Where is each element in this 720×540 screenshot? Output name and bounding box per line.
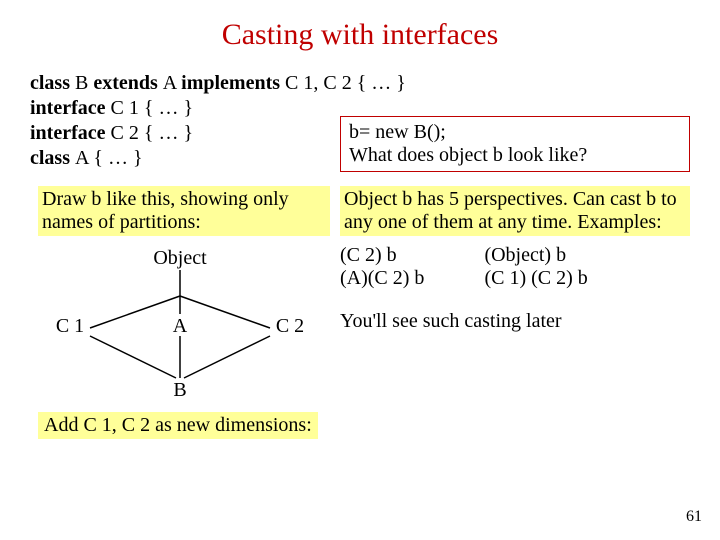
declaration-line-3: interface C 2 { … }: [30, 122, 340, 145]
declaration-line-2: interface C 1 { … }: [30, 97, 340, 120]
casting-later-text: You'll see such casting later: [340, 310, 690, 333]
cast-c2-b: (C 2) b: [340, 244, 424, 267]
page-number: 61: [686, 508, 702, 526]
slide-title: Casting with interfaces: [30, 18, 690, 52]
perspectives-text: Object b has 5 perspectives. Can cast b …: [340, 186, 690, 236]
cast-object-b: (Object) b: [484, 244, 587, 267]
question-box: b= new B(); What does object b look like…: [340, 116, 690, 172]
diagram-a-label: A: [173, 315, 188, 337]
question-line-1: b= new B();: [349, 121, 681, 144]
diagram-c1-label: C 1: [56, 315, 84, 337]
diagram-object-label: Object: [153, 247, 207, 269]
question-line-2: What does object b look like?: [349, 144, 681, 167]
draw-instruction: Draw b like this, showing only names of …: [38, 186, 330, 236]
declaration-line-4: class A { … }: [30, 147, 340, 170]
class-diagram: Object C 1 A C 2 B: [30, 240, 330, 400]
cast-a-c2-b: (A)(C 2) b: [340, 267, 424, 290]
add-dimensions-text: Add C 1, C 2 as new dimensions:: [38, 412, 318, 439]
diagram-b-label: B: [173, 379, 186, 400]
cast-examples: (C 2) b (A)(C 2) b (Object) b (C 1) (C 2…: [340, 244, 690, 290]
cast-c1-c2-b: (C 1) (C 2) b: [484, 267, 587, 290]
diagram-c2-label: C 2: [276, 315, 304, 337]
